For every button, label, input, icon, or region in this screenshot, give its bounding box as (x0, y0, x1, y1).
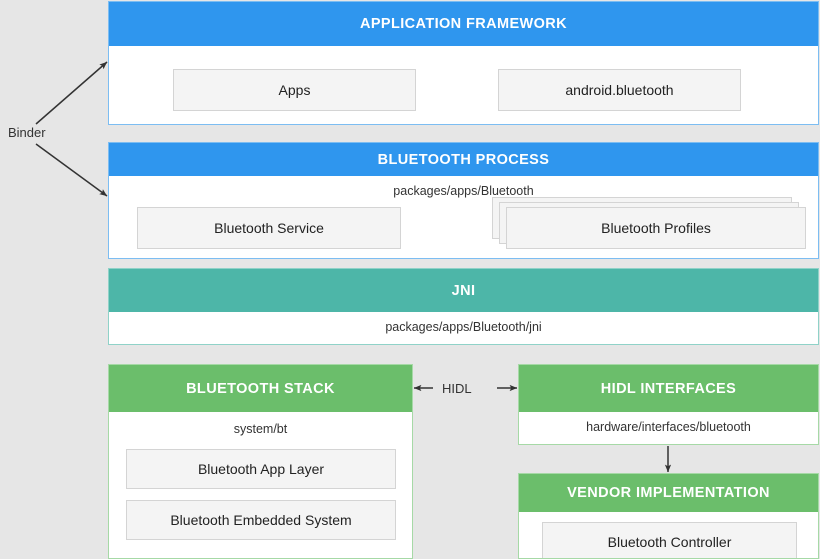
vendor-implementation-body: Bluetooth Controller (519, 512, 818, 558)
arrow-binder-to-bluetooth-process (35, 143, 108, 197)
application-framework-body: Apps android.bluetooth (109, 46, 818, 124)
box-bluetooth-service[interactable]: Bluetooth Service (137, 207, 401, 249)
panel-vendor-implementation: VENDOR IMPLEMENTATION Bluetooth Controll… (518, 473, 819, 559)
binder-label: Binder (8, 125, 46, 140)
bluetooth-stack-title: BLUETOOTH STACK (109, 365, 412, 412)
bluetooth-process-title: BLUETOOTH PROCESS (109, 143, 818, 176)
box-bluetooth-controller[interactable]: Bluetooth Controller (542, 522, 797, 558)
box-bluetooth-app-layer[interactable]: Bluetooth App Layer (126, 449, 396, 489)
hidl-label: HIDL (442, 381, 472, 396)
bluetooth-stack-path: system/bt (233, 422, 288, 436)
bluetooth-stack-body: system/bt Bluetooth App Layer Bluetooth … (109, 412, 412, 558)
application-framework-title: APPLICATION FRAMEWORK (109, 2, 818, 46)
hidl-interfaces-title: HIDL INTERFACES (519, 365, 818, 412)
vendor-implementation-title: VENDOR IMPLEMENTATION (519, 474, 818, 512)
box-apps[interactable]: Apps (173, 69, 416, 111)
panel-hidl-interfaces: HIDL INTERFACES hardware/interfaces/blue… (518, 364, 819, 445)
hidl-interfaces-path: hardware/interfaces/bluetooth (586, 420, 751, 434)
panel-jni: JNI packages/apps/Bluetooth/jni (108, 268, 819, 345)
jni-title: JNI (109, 269, 818, 312)
arrow-binder-to-application-framework (35, 61, 108, 125)
jni-body: packages/apps/Bluetooth/jni (109, 312, 818, 344)
bluetooth-process-path: packages/apps/Bluetooth (393, 184, 534, 198)
box-bluetooth-profiles[interactable]: Bluetooth Profiles (506, 207, 806, 249)
panel-bluetooth-stack: BLUETOOTH STACK system/bt Bluetooth App … (108, 364, 413, 559)
panel-application-framework: APPLICATION FRAMEWORK Apps android.bluet… (108, 1, 819, 125)
bluetooth-process-body: packages/apps/Bluetooth Bluetooth Servic… (109, 176, 818, 258)
bluetooth-architecture-diagram: APPLICATION FRAMEWORK Apps android.bluet… (0, 0, 820, 559)
hidl-interfaces-body: hardware/interfaces/bluetooth (519, 412, 818, 444)
box-android-bluetooth[interactable]: android.bluetooth (498, 69, 741, 111)
panel-bluetooth-process: BLUETOOTH PROCESS packages/apps/Bluetoot… (108, 142, 819, 259)
jni-path: packages/apps/Bluetooth/jni (385, 320, 542, 334)
box-bluetooth-embedded-system[interactable]: Bluetooth Embedded System (126, 500, 396, 540)
